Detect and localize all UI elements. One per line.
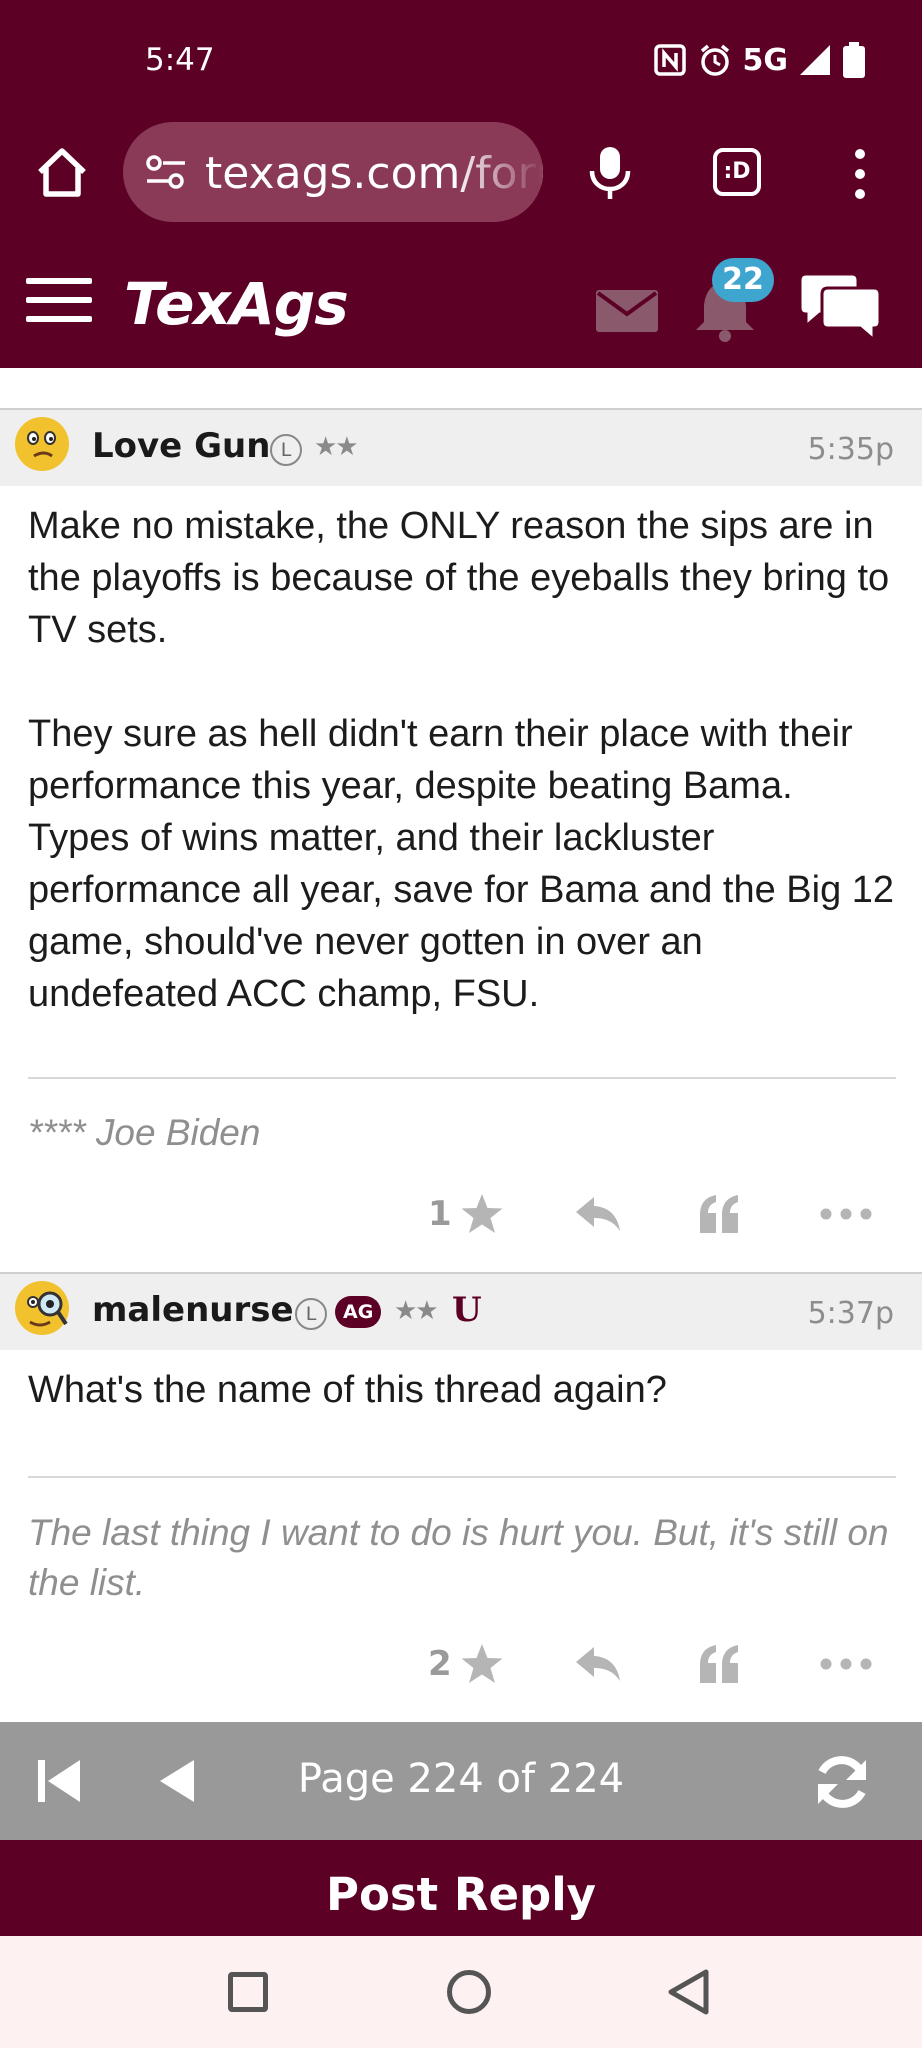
quote-icon	[700, 1645, 738, 1683]
post-body: Make no mistake, the ONLY reason the sip…	[28, 500, 898, 1072]
like-button[interactable]: 1	[428, 1184, 504, 1244]
more-horiz-icon	[820, 1658, 872, 1670]
post-username[interactable]: Love Gun	[92, 426, 270, 466]
tab-switcher-button[interactable]: :D	[713, 148, 761, 196]
chat-icon[interactable]	[796, 272, 882, 344]
confused-smiley-icon[interactable]	[14, 416, 70, 472]
post-header: malenurse L AG ★★ U 5:37p	[0, 1272, 922, 1350]
signature-divider	[28, 1077, 896, 1079]
notification-count-badge[interactable]: 22	[712, 258, 774, 302]
post-actions: 1	[0, 1184, 922, 1244]
system-nav-bar	[0, 1936, 922, 2048]
quote-button[interactable]	[698, 1634, 742, 1694]
page-indicator[interactable]: Page 224 of 224	[0, 1756, 922, 1802]
nfc-icon	[653, 44, 686, 76]
more-actions-button[interactable]	[820, 1634, 872, 1694]
star-icon	[461, 1194, 503, 1233]
pagination-bar: Page 224 of 224	[0, 1722, 922, 1840]
url-fade	[453, 122, 543, 222]
quote-icon	[700, 1195, 738, 1233]
more-actions-button[interactable]	[820, 1184, 872, 1244]
post-signature: The last thing I want to do is hurt you.…	[28, 1512, 889, 1603]
alarm-icon	[700, 44, 729, 76]
battery-icon	[843, 42, 865, 78]
post-reply-button[interactable]: Post Reply	[0, 1840, 922, 1936]
reply-button[interactable]	[574, 1184, 622, 1244]
status-time: 5:47	[145, 42, 215, 78]
magnifying-glass-smiley-icon[interactable]	[14, 1280, 70, 1336]
signature-divider	[28, 1476, 896, 1478]
user-stars: ★★	[394, 1296, 439, 1326]
post-time[interactable]: 5:35p	[808, 432, 894, 467]
like-count: 2	[428, 1644, 452, 1684]
user-stars: ★★	[314, 432, 359, 462]
menu-icon[interactable]	[26, 278, 92, 330]
lifetime-badge: L	[270, 434, 302, 466]
like-button[interactable]: 2	[428, 1634, 504, 1694]
top-chrome: 5:47 5G texags.com/forums :D TexAgs 22	[0, 0, 922, 368]
more-horiz-icon	[820, 1208, 872, 1220]
quote-button[interactable]	[698, 1184, 742, 1244]
post-actions: 2	[0, 1634, 922, 1694]
lifetime-badge: L	[295, 1298, 327, 1330]
refresh-icon[interactable]	[810, 1752, 874, 1812]
site-logo[interactable]: TexAgs	[124, 270, 349, 338]
mail-icon[interactable]	[596, 290, 658, 332]
back-icon[interactable]	[666, 1968, 710, 2016]
post-signature: **** Joe Biden	[28, 1112, 261, 1153]
post-paragraph: They sure as hell didn't earn their plac…	[28, 713, 895, 1015]
post-paragraph: Make no mistake, the ONLY reason the sip…	[28, 505, 890, 651]
post-time[interactable]: 5:37p	[808, 1296, 894, 1331]
recents-icon[interactable]	[228, 1972, 268, 2012]
post-username[interactable]: malenurse	[92, 1290, 294, 1330]
post-header: Love Gun L ★★ 5:35p	[0, 408, 922, 486]
more-vert-icon[interactable]	[842, 148, 878, 200]
status-icons: 5G	[653, 42, 867, 78]
reply-icon	[576, 1197, 620, 1231]
nav-home-icon[interactable]	[447, 1970, 491, 2014]
microphone-icon[interactable]	[585, 145, 635, 201]
reply-button[interactable]	[574, 1634, 622, 1694]
home-icon[interactable]	[34, 144, 90, 200]
school-u-logo-icon: U	[452, 1290, 482, 1330]
post-paragraph: What's the name of this thread again?	[28, 1369, 667, 1411]
site-settings-icon[interactable]	[145, 154, 187, 190]
post-body: What's the name of this thread again?	[28, 1364, 898, 1468]
like-count: 1	[428, 1194, 452, 1234]
url-bar[interactable]: texags.com/forums	[123, 122, 543, 222]
ag-badge: AG	[335, 1296, 382, 1328]
network-type: 5G	[742, 42, 789, 78]
star-icon	[461, 1644, 503, 1683]
reply-icon	[576, 1647, 620, 1681]
signal-icon	[800, 45, 830, 75]
